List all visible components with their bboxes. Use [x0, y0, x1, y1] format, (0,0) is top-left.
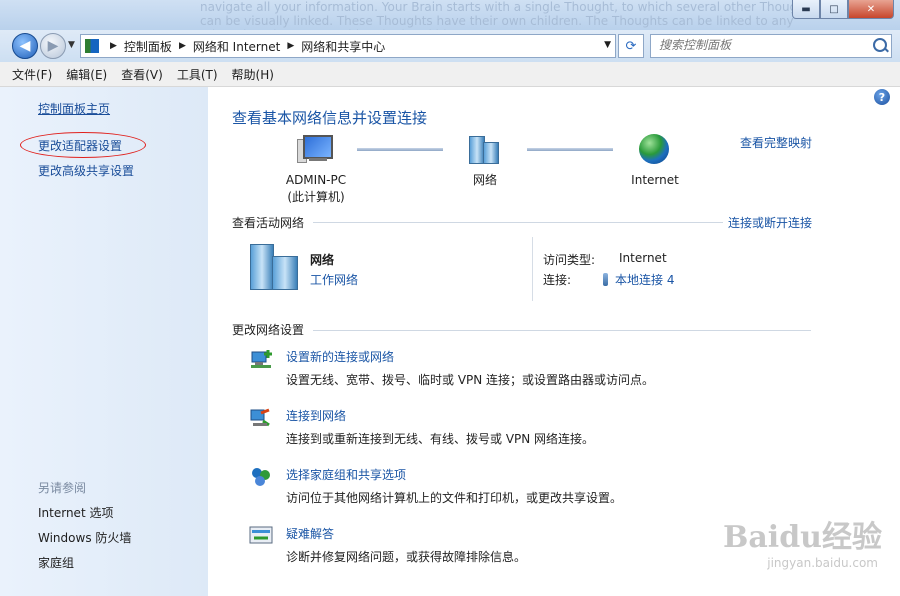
page-title: 查看基本网络信息并设置连接: [232, 109, 428, 127]
troubleshoot-link[interactable]: 疑难解答: [286, 525, 334, 542]
back-button[interactable]: ◀: [12, 33, 38, 59]
access-type-value: Internet: [619, 251, 667, 265]
breadcrumb-network-internet[interactable]: 网络和 Internet: [193, 38, 280, 55]
access-type-label: 访问类型:: [543, 253, 596, 267]
sidebar: 控制面板主页 更改适配器设置 更改高级共享设置 另请参阅 Internet 选项…: [0, 87, 208, 596]
control-panel-home-link[interactable]: 控制面板主页: [38, 100, 110, 117]
title-bar: navigate all your information. Your Brai…: [0, 0, 900, 30]
active-network-icon: [250, 244, 298, 290]
network-map: 查看完整映射 ADMIN-PC (此计算机) 网络 Internet: [209, 132, 869, 207]
help-icon[interactable]: ?: [874, 89, 890, 105]
change-settings-heading: 更改网络设置: [232, 323, 305, 337]
background-text: navigate all your information. Your Brai…: [200, 0, 816, 30]
chevron-right-icon[interactable]: ▶: [287, 41, 294, 51]
node-label: Internet: [631, 173, 679, 187]
breadcrumb-control-panel[interactable]: 控制面板: [124, 38, 172, 55]
task-description: 诊断并修复网络问题，或获得故障排除信息。: [286, 550, 527, 564]
active-networks-heading: 查看活动网络: [232, 216, 305, 230]
troubleshoot-icon: [249, 526, 273, 544]
refresh-button[interactable]: ⟳: [618, 34, 644, 58]
search-box[interactable]: [650, 34, 892, 58]
globe-icon: [639, 134, 669, 164]
maximize-button[interactable]: □: [820, 0, 848, 19]
connection-label: 连接:: [543, 273, 572, 287]
divider: [313, 222, 723, 223]
windows-firewall-link[interactable]: Windows 防火墙: [38, 529, 131, 546]
node-sublabel: (此计算机): [287, 190, 345, 204]
active-network-name: 网络: [310, 253, 335, 267]
watermark-url: jingyan.baidu.com: [767, 556, 878, 570]
node-computer: ADMIN-PC (此计算机): [256, 172, 376, 206]
divider: [313, 330, 811, 331]
network-icon: [467, 136, 499, 164]
chevron-right-icon[interactable]: ▶: [179, 41, 186, 51]
change-advanced-sharing-link[interactable]: 更改高级共享设置: [38, 162, 134, 179]
breadcrumb-network-sharing-center[interactable]: 网络和共享中心: [301, 38, 385, 55]
forward-button[interactable]: ▶: [40, 33, 66, 59]
network-type-link[interactable]: 工作网络: [310, 271, 358, 288]
navigation-bar: ◀ ▶ ▼ ▶ 控制面板 ▶ 网络和 Internet ▶ 网络和共享中心 ▼ …: [0, 30, 900, 62]
connect-disconnect-link[interactable]: 连接或断开连接: [728, 214, 812, 231]
node-label: 网络: [472, 173, 497, 187]
search-icon[interactable]: [873, 38, 887, 52]
map-connector: [527, 148, 613, 151]
window-controls: ▬ □ ✕: [792, 0, 894, 20]
recent-pages-dropdown-icon[interactable]: ▼: [68, 40, 75, 50]
address-bar[interactable]: ▶ 控制面板 ▶ 网络和 Internet ▶ 网络和共享中心 ▼: [80, 34, 616, 58]
control-panel-icon: [85, 39, 99, 53]
task-description: 访问位于其他网络计算机上的文件和打印机，或更改共享设置。: [286, 491, 623, 505]
menu-tools[interactable]: 工具(T): [177, 66, 218, 83]
address-dropdown-icon[interactable]: ▼: [604, 40, 611, 50]
network-sharing-center-window: navigate all your information. Your Brai…: [0, 0, 900, 596]
minimize-button[interactable]: ▬: [792, 0, 820, 19]
homegroup-link[interactable]: 家庭组: [38, 554, 74, 571]
homegroup-icon: [252, 468, 270, 486]
internet-options-link[interactable]: Internet 选项: [38, 504, 113, 521]
local-connection-link[interactable]: 本地连接 4: [603, 271, 674, 288]
view-full-map-link[interactable]: 查看完整映射: [740, 134, 812, 151]
homegroup-sharing-link[interactable]: 选择家庭组和共享选项: [286, 466, 406, 483]
menu-view[interactable]: 查看(V): [121, 66, 163, 83]
new-connection-icon: [251, 350, 272, 368]
connect-to-network-link[interactable]: 连接到网络: [286, 407, 346, 424]
setup-new-connection-link[interactable]: 设置新的连接或网络: [286, 348, 394, 365]
node-network: 网络: [425, 172, 545, 189]
menu-edit[interactable]: 编辑(E): [66, 66, 107, 83]
task-description: 连接到或重新连接到无线、有线、拨号或 VPN 网络连接。: [286, 432, 595, 446]
chevron-right-icon[interactable]: ▶: [110, 41, 117, 51]
see-also-heading: 另请参阅: [38, 481, 87, 495]
close-button[interactable]: ✕: [848, 0, 894, 19]
node-internet: Internet: [595, 172, 715, 189]
computer-icon: [297, 135, 333, 163]
search-input[interactable]: [651, 35, 869, 55]
menu-bar: 文件(F) 编辑(E) 查看(V) 工具(T) 帮助(H): [0, 62, 900, 87]
divider: [532, 237, 533, 301]
connection-name[interactable]: 本地连接 4: [615, 273, 674, 287]
task-description: 设置无线、宽带、拨号、临时或 VPN 连接；或设置路由器或访问点。: [286, 373, 655, 387]
node-label: ADMIN-PC: [285, 173, 347, 187]
annotation-circle: [20, 132, 146, 158]
connect-network-icon: [250, 408, 270, 427]
map-connector: [357, 148, 443, 151]
ethernet-icon: [603, 273, 608, 286]
menu-help[interactable]: 帮助(H): [232, 66, 274, 83]
menu-file[interactable]: 文件(F): [12, 66, 52, 83]
watermark-logo: Baidu经验: [723, 520, 882, 555]
